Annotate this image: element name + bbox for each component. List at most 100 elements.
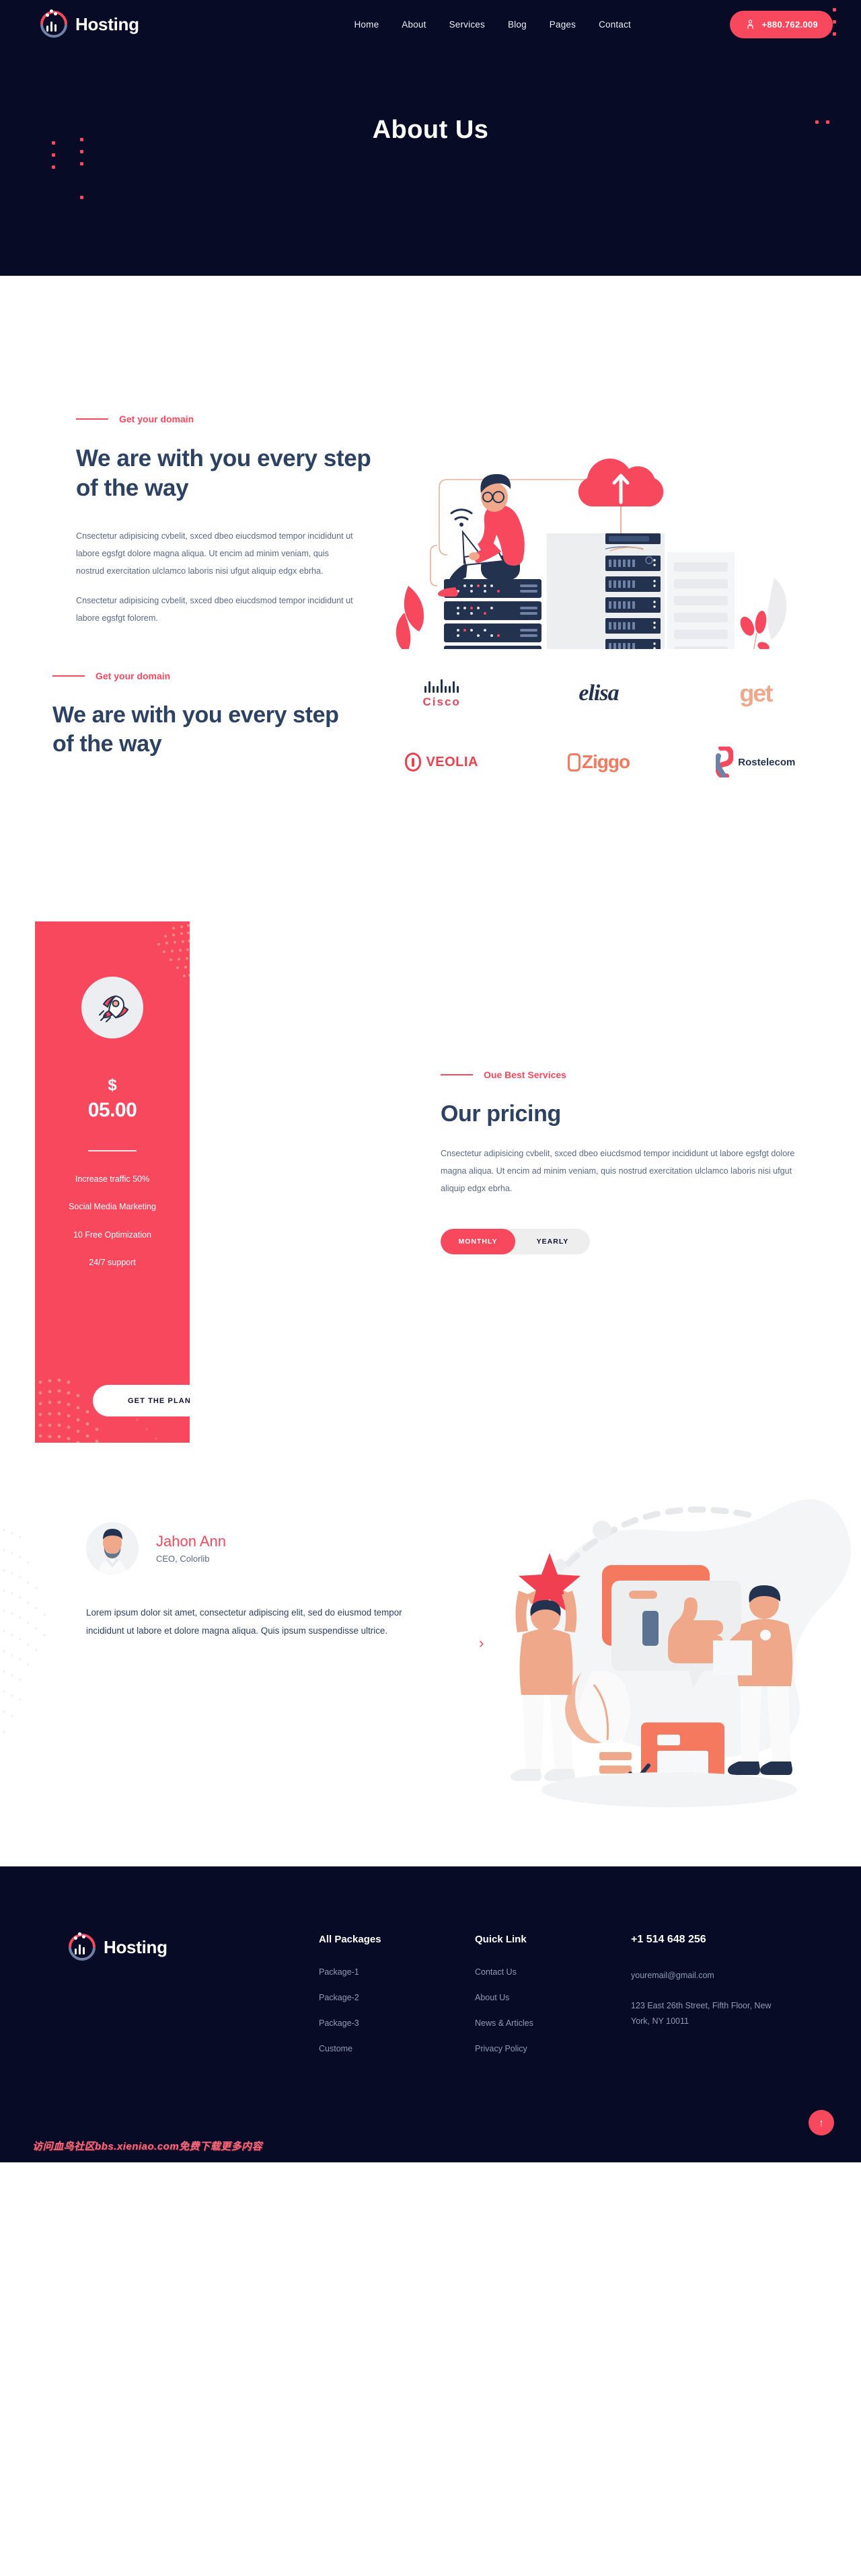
pricing-section: $ 05.00 Increase traffic 50% Social Medi… — [0, 911, 861, 1483]
brand-logo-cisco: Cisco — [423, 669, 461, 718]
nav-item-home[interactable]: Home — [354, 20, 379, 30]
pricing-card: $ 05.00 Increase traffic 50% Social Medi… — [35, 921, 190, 1483]
billing-period-toggle[interactable]: MONTHLY YEARLY — [441, 1229, 590, 1255]
nav-item-pages[interactable]: Pages — [550, 20, 576, 30]
footer-email[interactable]: youremail@gmail.com — [631, 1968, 787, 1983]
brand-logo-elisa: elisa — [578, 669, 619, 718]
footer-contact-column: +1 514 648 256 youremail@gmail.com 123 E… — [631, 1934, 787, 2070]
get-wordmark: get — [739, 679, 773, 707]
decor-dots-1 — [52, 141, 55, 169]
avatar — [86, 1522, 139, 1575]
brand-logo-veolia: VEOLIA — [405, 738, 478, 786]
ziggo-box-icon — [567, 753, 581, 771]
brands-copy: Get your domain We are with you every st… — [27, 661, 363, 786]
cisco-wordmark: Cisco — [422, 695, 461, 708]
testimonial-section: Jahon Ann CEO, Colorlib Lorem ipsum dolo… — [0, 1443, 861, 1866]
price-display: $ 05.00 — [35, 1076, 190, 1122]
cisco-bars-icon — [423, 678, 461, 693]
about-section: Get your domain We are with you every st… — [0, 276, 861, 679]
footer-link-privacy-policy[interactable]: Privacy Policy — [475, 2044, 631, 2053]
rostelecom-symbol-icon — [714, 745, 735, 780]
main-navigation: Hosting Home About Services Blog Pages C… — [0, 0, 861, 48]
footer-packages-column: All Packages Package-1 Package-2 Package… — [319, 1934, 475, 2070]
footer-link-about-us[interactable]: About Us — [475, 1993, 631, 2002]
footer-brand-logo[interactable]: Hosting — [69, 1934, 319, 1961]
list-item: 24/7 support — [89, 1257, 136, 1267]
decor-dots-3 — [80, 196, 83, 199]
elisa-wordmark: elisa — [578, 681, 619, 706]
eyebrow-rule — [441, 1074, 473, 1075]
footer-packages-title: All Packages — [319, 1934, 381, 1945]
review-illustration — [474, 1463, 851, 1840]
phone-cta-button[interactable]: +880.762.009 — [729, 10, 833, 38]
brand-logo-rostelecom: Rostelecom — [714, 738, 796, 786]
toggle-yearly[interactable]: YEARLY — [515, 1229, 590, 1254]
brand-name: Hosting — [75, 13, 139, 34]
rocket-badge — [81, 977, 143, 1038]
footer-link-contact-us[interactable]: Contact Us — [475, 1967, 631, 1977]
nav-item-blog[interactable]: Blog — [508, 20, 527, 30]
hosting-logo-icon — [40, 11, 67, 38]
brand-logo-grid: Cisco elisa get VEOLIA Ziggo Rostelecom — [363, 661, 834, 786]
footer-brand: Hosting — [69, 1934, 319, 2070]
phone-number: +880.762.009 — [761, 19, 818, 30]
pricing-eyebrow: Oue Best Services — [441, 1069, 817, 1080]
brand-logo-get: get — [739, 669, 773, 718]
list-item: Social Media Marketing — [69, 1202, 156, 1212]
toggle-monthly[interactable]: MONTHLY — [441, 1229, 515, 1255]
about-heading: We are with you every step of the way — [76, 445, 371, 502]
brand-logo-ziggo: Ziggo — [567, 738, 630, 786]
list-item: Increase traffic 50% — [75, 1174, 150, 1184]
ziggo-wordmark: Ziggo — [581, 751, 630, 772]
pricing-heading: Our pricing — [441, 1101, 561, 1127]
list-item: 10 Free Optimization — [73, 1229, 152, 1240]
eyebrow-rule — [76, 418, 108, 420]
nav-item-contact[interactable]: Contact — [599, 20, 631, 30]
rocket-icon — [99, 995, 129, 1022]
eyebrow-rule — [52, 675, 85, 677]
pricing-feature-list: Increase traffic 50% Social Media Market… — [35, 1172, 190, 1283]
about-eyebrow-text: Get your domain — [119, 414, 194, 424]
price-value: 05.00 — [87, 1099, 137, 1121]
nav-item-about[interactable]: About — [402, 20, 426, 30]
testimonial-author-name: Jahon Ann — [156, 1533, 226, 1550]
nav-item-services[interactable]: Services — [449, 20, 485, 30]
pricing-copy: Oue Best Services Our pricing Cnsectetur… — [441, 1069, 817, 1255]
page-title: About Us — [372, 116, 489, 144]
nav-links: Home About Services Blog Pages Contact — [256, 20, 730, 30]
arrow-up-icon: ↑ — [819, 2117, 824, 2129]
brand-logo[interactable]: Hosting — [40, 11, 283, 38]
footer-link-custome[interactable]: Custome — [319, 2044, 475, 2053]
price-divider — [88, 1150, 137, 1151]
testimonial-author-role: CEO, Colorlib — [156, 1554, 210, 1564]
brands-heading: We are with you every step of the way — [52, 702, 339, 757]
footer-address: 123 East 26th Street, Fifth Floor, New Y… — [631, 2001, 772, 2026]
support-headset-icon — [745, 19, 756, 30]
brands-eyebrow-text: Get your domain — [96, 671, 171, 681]
footer-brand-name: Hosting — [104, 1936, 167, 1957]
about-illustration-wrap — [380, 414, 797, 679]
footer-phone[interactable]: +1 514 648 256 — [631, 1934, 787, 1946]
footer-quicklinks-column: Quick Link Contact Us About Us News & Ar… — [475, 1934, 631, 2070]
about-eyebrow: Get your domain — [76, 414, 373, 424]
server-illustration — [373, 418, 790, 667]
site-footer: Hosting All Packages Package-1 Package-2… — [0, 1866, 861, 2162]
about-paragraph-2: Cnsectetur adipisicing cvbelit, sxced db… — [76, 596, 353, 623]
footer-link-package-3[interactable]: Package-3 — [319, 2018, 475, 2028]
footer-link-package-2[interactable]: Package-2 — [319, 1993, 475, 2002]
footer-link-news-articles[interactable]: News & Articles — [475, 2018, 631, 2028]
veolia-wordmark: VEOLIA — [426, 754, 478, 769]
brands-eyebrow: Get your domain — [52, 671, 363, 681]
watermark-text: 访问血鸟社区bbs.xieniao.com免费下载更多内容 — [32, 2141, 263, 2152]
scroll-to-top-button[interactable]: ↑ — [809, 2110, 834, 2135]
footer-link-package-1[interactable]: Package-1 — [319, 1967, 475, 1977]
site-header: Hosting Home About Services Blog Pages C… — [0, 0, 861, 276]
get-the-plan-button[interactable]: GET THE PLAN — [93, 1385, 190, 1416]
testimonial-quote: Lorem ipsum dolor sit amet, consectetur … — [86, 1607, 402, 1636]
rostelecom-wordmark: Rostelecom — [738, 756, 796, 768]
footer-quicklinks-title: Quick Link — [475, 1934, 527, 1945]
price-currency: $ — [108, 1076, 117, 1094]
brands-section: Get your domain We are with you every st… — [0, 649, 861, 911]
about-copy: Get your domain We are with you every st… — [64, 414, 373, 679]
veolia-flame-icon — [405, 753, 422, 771]
